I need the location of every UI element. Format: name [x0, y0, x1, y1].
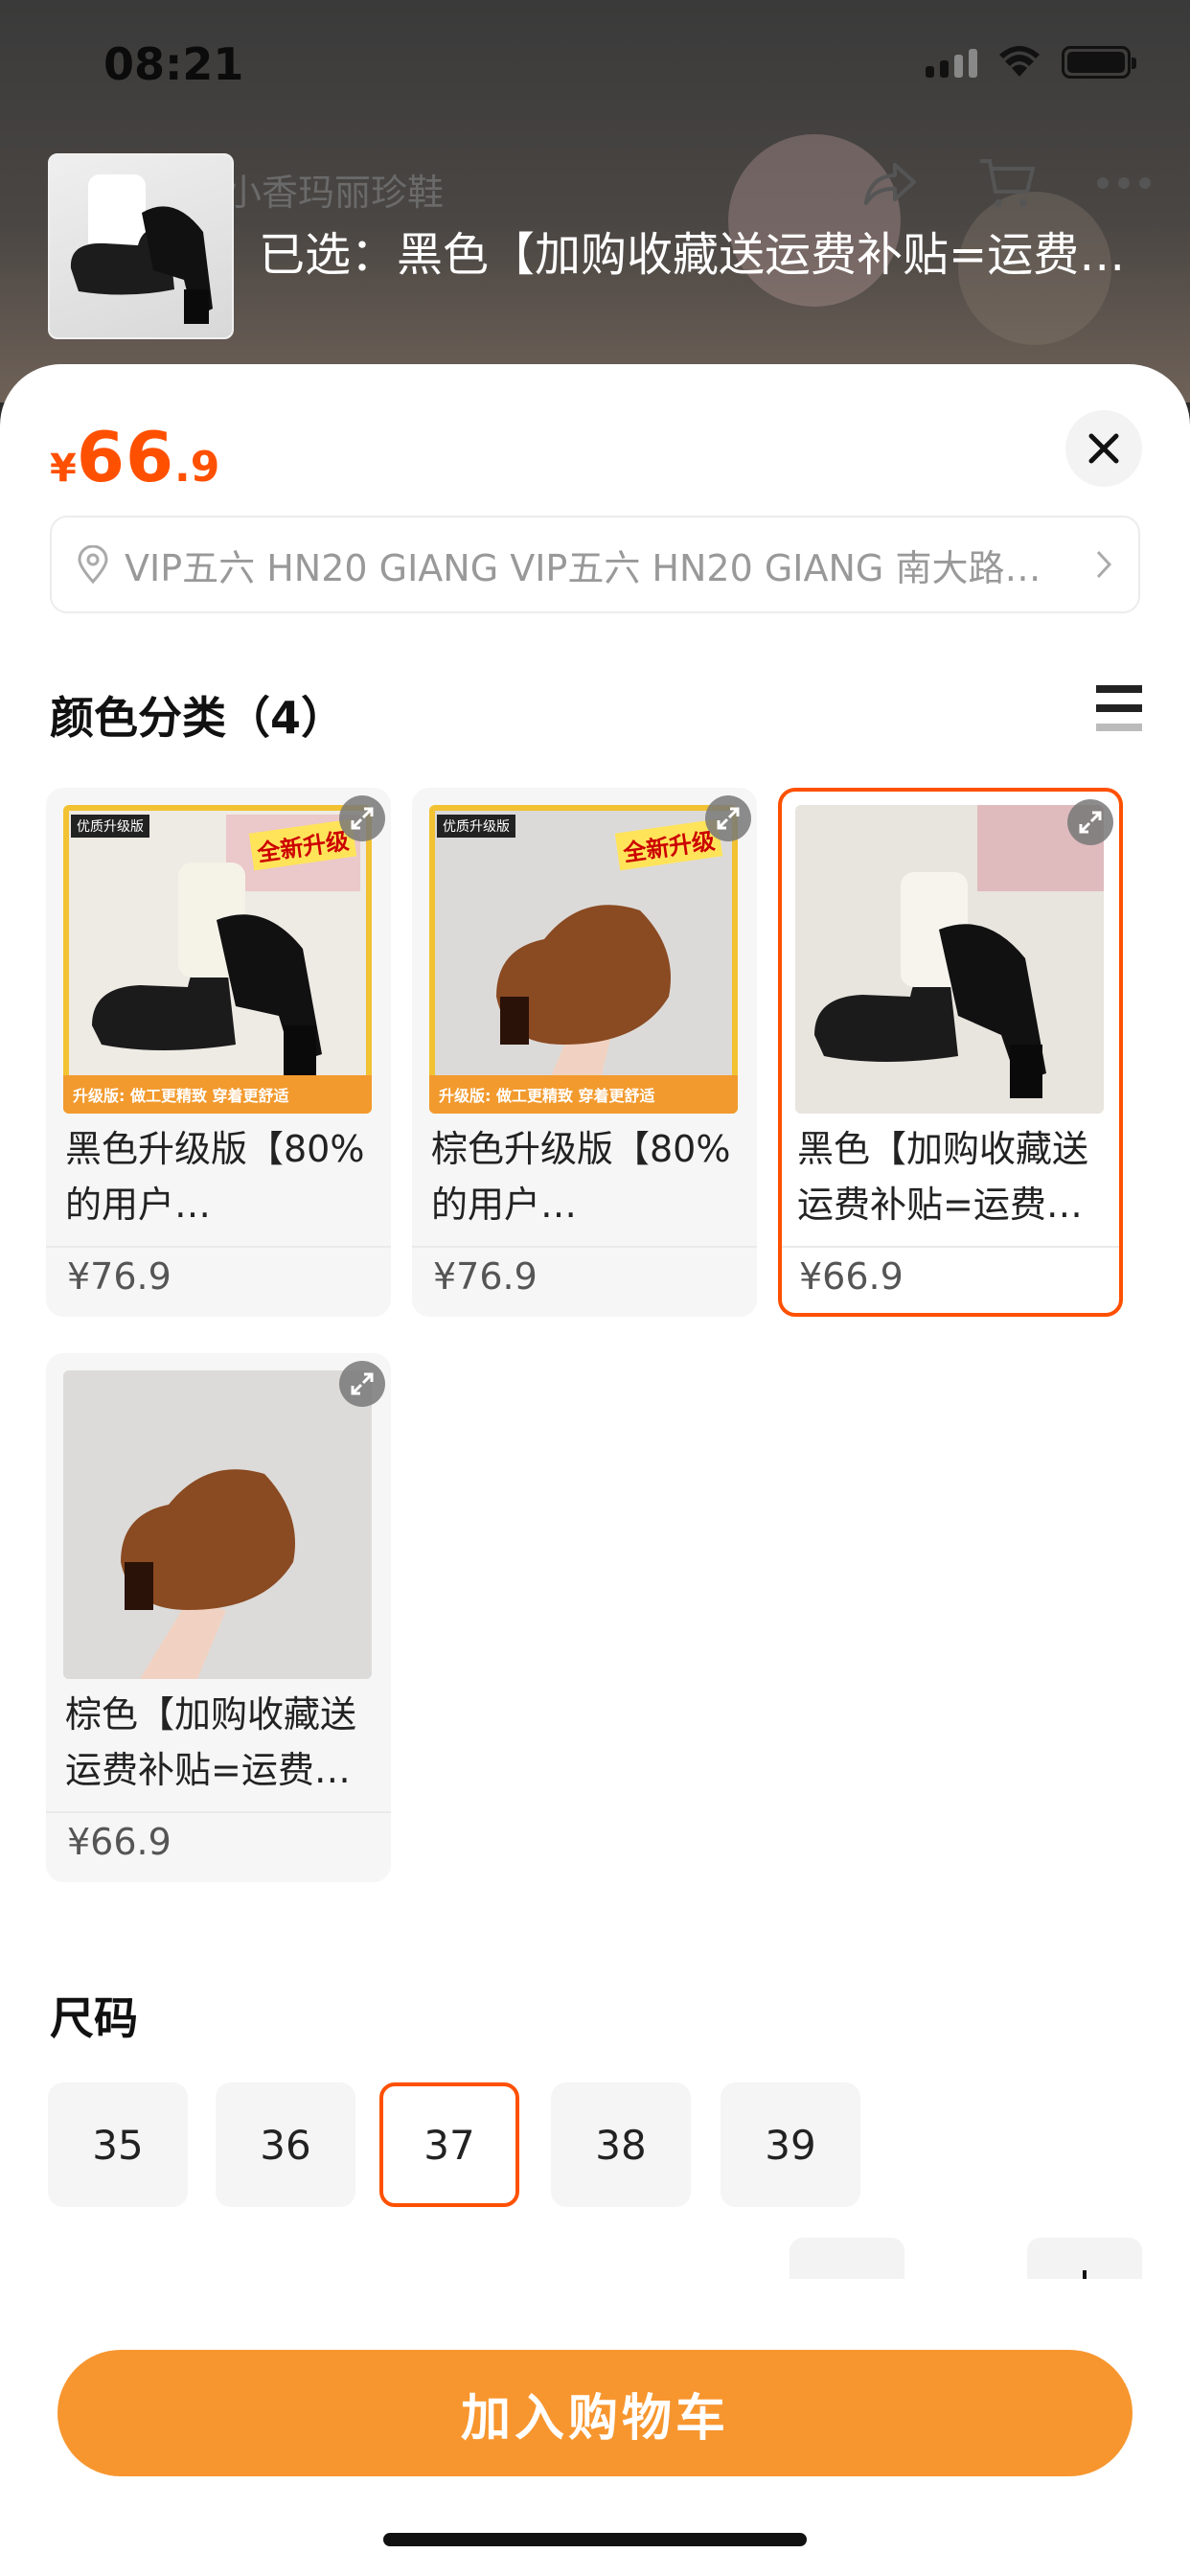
background-shop-name: 小香玛丽珍鞋: [225, 172, 445, 214]
share-icon: [864, 163, 916, 205]
price-integer: 66: [76, 417, 175, 497]
price-decimal: .9: [174, 443, 220, 492]
expand-icon: [351, 1372, 374, 1395]
sku-selector-sheet: ¥66.9 VIP五六 HN20 GIANG VIP五六 HN20 GIANG …: [0, 364, 1190, 2576]
status-icons: [926, 46, 1136, 79]
size-option-35[interactable]: 35: [48, 2082, 188, 2207]
price: ¥66.9: [50, 417, 219, 497]
color-section-title: 颜色分类（4）: [50, 692, 346, 744]
image-strip-text: 升级版: 做工更精致 穿着更舒适: [73, 1087, 289, 1105]
divider: [782, 1246, 1119, 1248]
home-indicator: [383, 2533, 807, 2546]
close-button[interactable]: [1065, 410, 1142, 487]
color-option-price: ¥76.9: [433, 1255, 538, 1298]
divider: [412, 1246, 757, 1248]
color-option-name: 棕色升级版【80%的用户…: [431, 1128, 731, 1226]
color-option-price: ¥66.9: [67, 1821, 172, 1863]
color-option-image: 优质升级版 全新升级 升级版: 做工更精致 穿着更舒适: [429, 805, 738, 1114]
chevron-right-icon: [1096, 550, 1112, 579]
color-option-image: [795, 805, 1104, 1114]
shipping-address-selector[interactable]: VIP五六 HN20 GIANG VIP五六 HN20 GIANG 南大路…: [50, 516, 1140, 613]
shoe-image: [70, 174, 213, 324]
wifi-icon: [999, 46, 1040, 77]
size-section-title: 尺码: [50, 1992, 138, 2044]
location-pin-icon: [78, 545, 108, 584]
expand-icon: [1079, 811, 1102, 834]
color-option-price: ¥76.9: [67, 1255, 172, 1298]
color-option-image: [63, 1370, 372, 1679]
color-option-price: ¥66.9: [799, 1255, 904, 1298]
image-tag: 优质升级版: [437, 815, 515, 838]
expand-image-button[interactable]: [339, 1361, 385, 1407]
color-option-card[interactable]: 优质升级版 全新升级 升级版: 做工更精致 穿着更舒适 黑色升级版【80%的用户…: [46, 788, 391, 1317]
color-option-card[interactable]: 棕色【加购收藏送运费补贴=运费… ¥66.9: [46, 1353, 391, 1882]
image-tag: 优质升级版: [71, 815, 149, 838]
color-option-image: 优质升级版 全新升级 升级版: 做工更精致 穿着更舒适: [63, 805, 372, 1114]
selected-product-thumbnail[interactable]: [48, 153, 234, 339]
size-option-38[interactable]: 38: [551, 2082, 691, 2207]
color-option-card-selected[interactable]: 黑色【加购收藏送运费补贴=运费… ¥66.9: [778, 788, 1123, 1317]
background-actions: [862, 155, 1152, 211]
price-currency: ¥: [50, 447, 77, 491]
signal-icon: [926, 47, 977, 78]
color-option-name: 黑色升级版【80%的用户…: [65, 1128, 365, 1226]
size-option-39[interactable]: 39: [721, 2082, 860, 2207]
list-view-icon[interactable]: [1096, 685, 1142, 731]
expand-image-button[interactable]: [339, 795, 385, 841]
size-option-36[interactable]: 36: [216, 2082, 355, 2207]
expand-image-button[interactable]: [705, 795, 751, 841]
add-to-cart-button[interactable]: 加入购物车: [57, 2350, 1133, 2476]
close-icon: [1088, 433, 1119, 464]
divider: [46, 1811, 391, 1813]
battery-icon: [1062, 46, 1136, 79]
expand-image-button[interactable]: [1067, 799, 1113, 845]
size-option-37-selected[interactable]: 37: [379, 2082, 519, 2207]
address-text: VIP五六 HN20 GIANG VIP五六 HN20 GIANG 南大路…: [125, 546, 1041, 589]
status-time: 08:21: [103, 38, 244, 90]
divider: [46, 1246, 391, 1248]
image-strip-text: 升级版: 做工更精致 穿着更舒适: [439, 1087, 655, 1105]
color-option-name: 棕色【加购收藏送运费补贴=运费…: [65, 1693, 357, 1791]
expand-icon: [351, 807, 374, 830]
cart-icon: [980, 159, 1036, 207]
expand-icon: [717, 807, 740, 830]
more-icon: [1097, 177, 1151, 189]
color-option-card[interactable]: 优质升级版 全新升级 升级版: 做工更精致 穿着更舒适 棕色升级版【80%的用户…: [412, 788, 757, 1317]
selected-variant-text: 已选：黑色【加购收藏送运费补贴=运费…: [259, 228, 1126, 282]
color-option-name: 黑色【加购收藏送运费补贴=运费…: [797, 1128, 1089, 1226]
